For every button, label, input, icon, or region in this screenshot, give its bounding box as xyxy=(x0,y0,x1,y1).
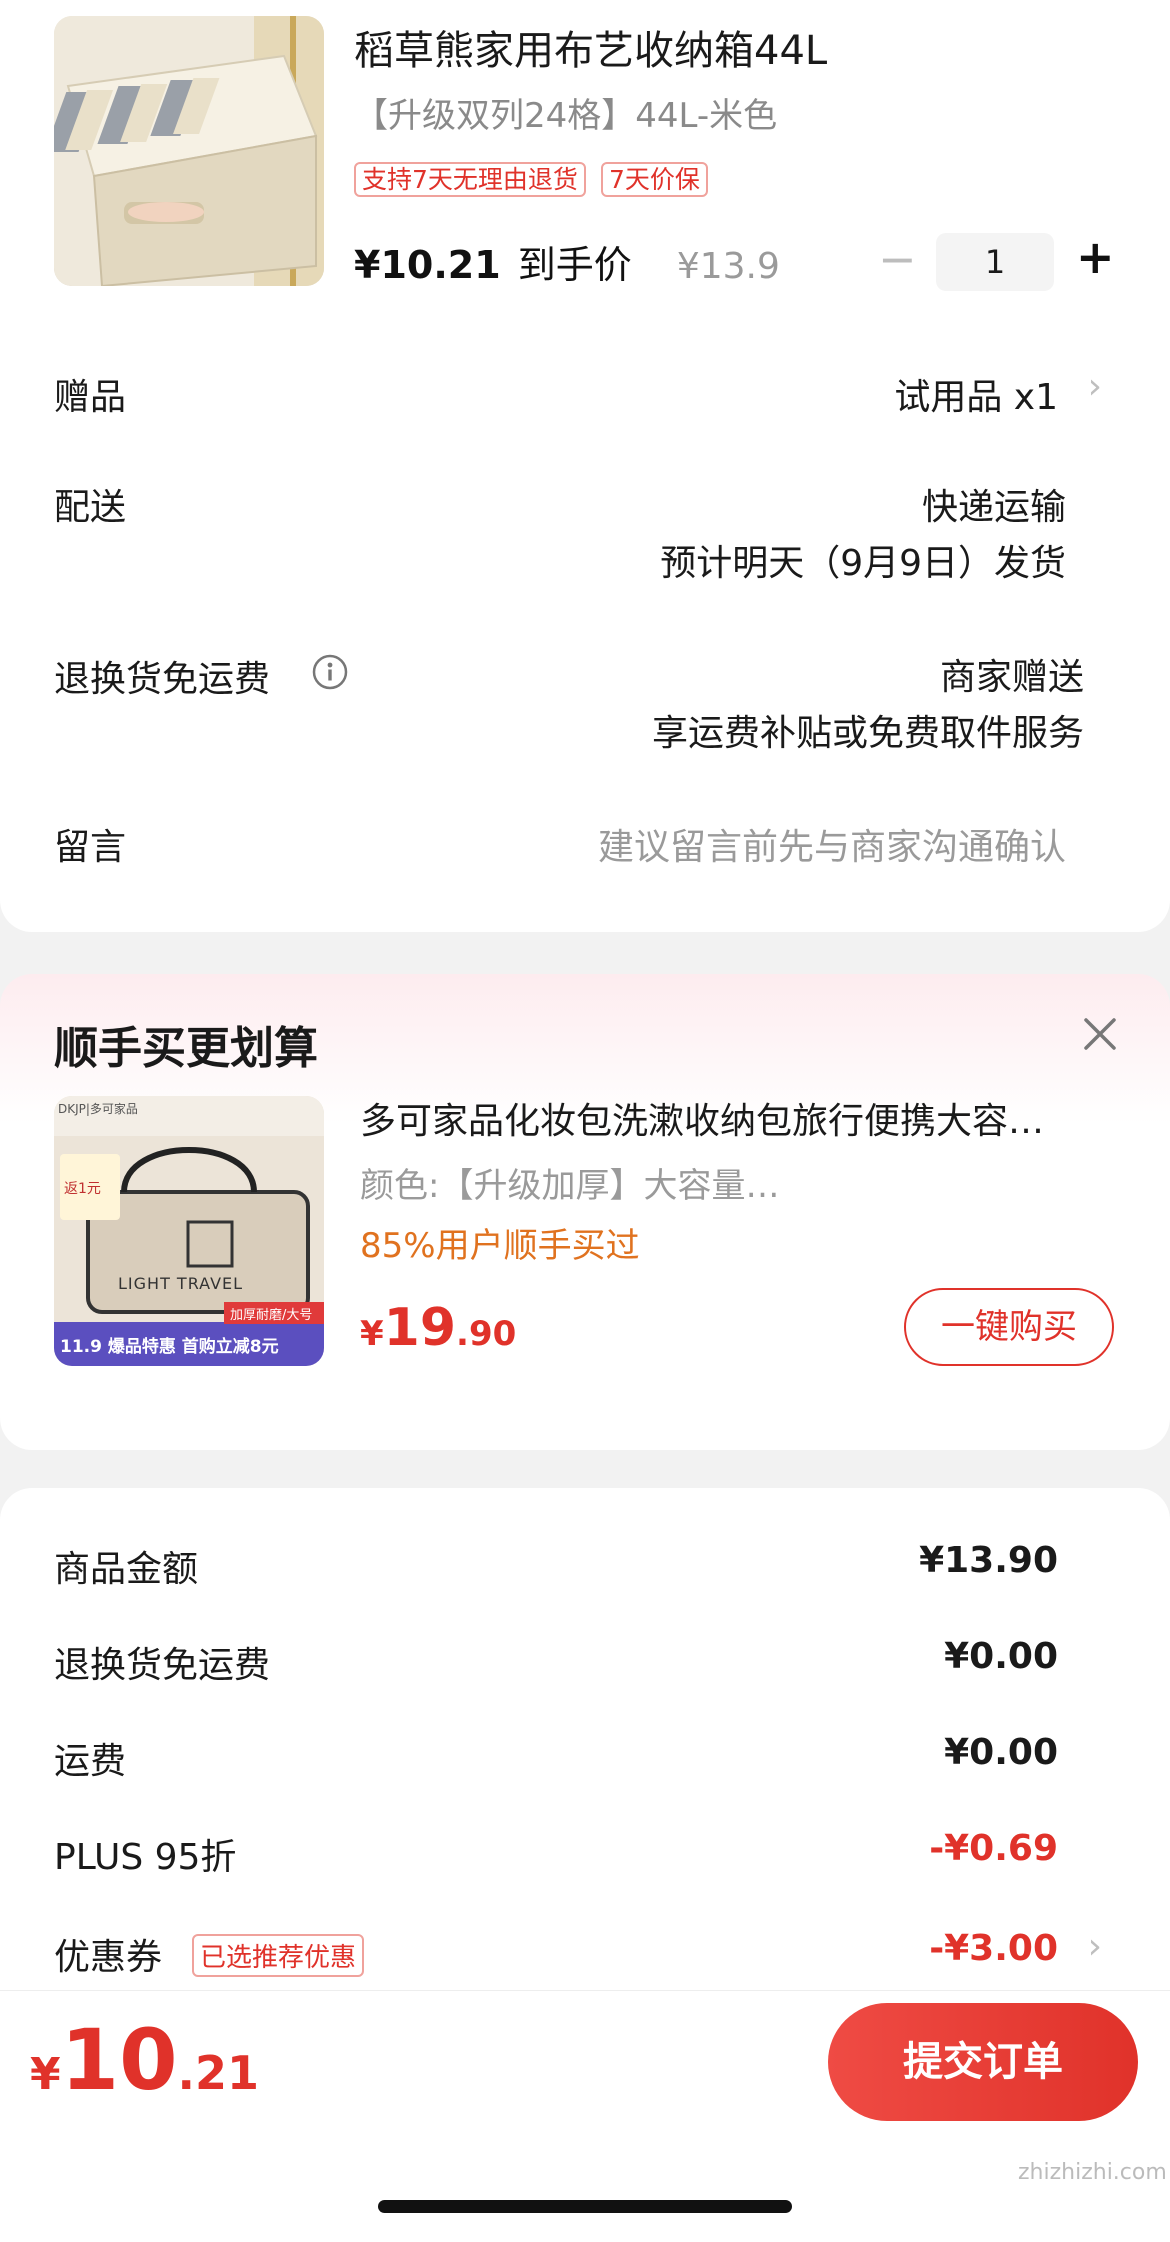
message-input[interactable]: 建议留言前先与商家沟通确认 xyxy=(598,818,1066,870)
delivery-estimate[interactable]: 预计明天（9月9日）发货 xyxy=(660,534,1066,586)
close-icon[interactable] xyxy=(1080,1014,1120,1054)
recommend-product-spec[interactable]: 颜色:【升级加厚】大容量… xyxy=(360,1158,779,1207)
price-protect-tag: 7天价保 xyxy=(601,162,708,197)
total-price: ¥10.21 xyxy=(30,2011,259,2109)
checkout-bar: ¥10.21 提交订单 xyxy=(0,1990,1170,2141)
quantity-field[interactable]: 1 xyxy=(936,233,1054,291)
summary-plus-value: -¥0.69 xyxy=(929,1828,1058,1869)
delivery-label: 配送 xyxy=(54,487,127,528)
return-policy-tag: 支持7天无理由退货 xyxy=(354,162,586,197)
thumb-ribbon-text: 加厚耐磨/大号 xyxy=(230,1308,313,1323)
thumb-brand-text: DKJP|多可家品 xyxy=(58,1102,138,1116)
summary-shipping-label: 运费 xyxy=(54,1741,127,1782)
total-int: 10 xyxy=(60,2011,178,2109)
coupon-chevron-right-icon[interactable]: › xyxy=(1088,1926,1102,1967)
summary-plus-label: PLUS 95折 xyxy=(54,1837,237,1878)
summary-return-value: ¥0.00 xyxy=(944,1636,1058,1677)
return-shipping-label: 退换货免运费 xyxy=(54,659,271,700)
recommend-price-symbol: ¥ xyxy=(360,1314,384,1354)
product-title[interactable]: 稻草熊家用布艺收纳箱44L xyxy=(354,18,827,76)
coupon-selected-tag[interactable]: 已选推荐优惠 xyxy=(192,1934,365,1977)
final-price: ¥10.21 xyxy=(354,243,501,287)
price-row: ¥10.21 到手价 ¥13.9 xyxy=(354,234,780,289)
service-tags: 支持7天无理由退货 7天价保 xyxy=(354,160,708,197)
return-shipping-desc: 享运费补贴或免费取件服务 xyxy=(651,713,1084,754)
product-image[interactable] xyxy=(54,16,324,286)
order-item-card: 稻草熊家用布艺收纳箱44L 【升级双列24格】44L-米色 支持7天无理由退货 … xyxy=(0,0,1170,932)
one-click-buy-button[interactable]: 一键购买 xyxy=(904,1288,1114,1366)
recommend-price-int: 19 xyxy=(383,1298,457,1358)
recommend-product-name[interactable]: 多可家品化妆包洗漱收纳包旅行便携大容… xyxy=(360,1092,1044,1144)
thumb-banner-text: 11.9 爆品特惠 首购立减8元 xyxy=(60,1337,279,1357)
submit-order-button[interactable]: 提交订单 xyxy=(828,2003,1138,2121)
total-dec: .21 xyxy=(177,2046,260,2100)
quantity-plus-button[interactable]: + xyxy=(1076,230,1115,284)
recommend-price-dec: .90 xyxy=(456,1314,517,1354)
message-label: 留言 xyxy=(54,827,127,868)
summary-return-label: 退换货免运费 xyxy=(54,1645,271,1686)
recommend-purchase-rate: 85%用户顺手买过 xyxy=(360,1226,640,1266)
total-symbol: ¥ xyxy=(30,2049,61,2100)
summary-coupon-value[interactable]: -¥3.00 xyxy=(929,1928,1058,1969)
summary-goods-value: ¥13.90 xyxy=(919,1540,1058,1581)
thumb-logo-text: LIGHT TRAVEL xyxy=(118,1274,244,1293)
product-spec[interactable]: 【升级双列24格】44L-米色 xyxy=(354,88,777,137)
delivery-method[interactable]: 快递运输 xyxy=(922,478,1066,530)
thumb-badge-text: 返1元 xyxy=(64,1181,101,1197)
recommendation-card: 顺手买更划算 DKJP|多可家品 返1元 LIGHT TRAVEL 加厚耐磨/大… xyxy=(0,974,1170,1450)
recommend-product-image[interactable]: DKJP|多可家品 返1元 LIGHT TRAVEL 加厚耐磨/大号 11.9 … xyxy=(54,1096,324,1366)
chevron-right-icon[interactable]: › xyxy=(1088,366,1102,407)
summary-goods-label: 商品金额 xyxy=(54,1549,199,1590)
original-price: ¥13.9 xyxy=(676,246,780,287)
gift-value[interactable]: 试用品 x1 xyxy=(894,368,1058,420)
info-icon[interactable] xyxy=(312,654,348,690)
home-indicator[interactable] xyxy=(378,2200,792,2213)
summary-coupon-label: 优惠券 xyxy=(54,1937,163,1978)
quantity-minus-button[interactable]: − xyxy=(878,232,917,286)
recommendation-title: 顺手买更划算 xyxy=(54,1023,318,1074)
storage-box-illustration xyxy=(54,16,324,286)
return-shipping-provider: 商家赠送 xyxy=(939,657,1084,698)
final-price-suffix: 到手价 xyxy=(517,243,632,287)
recommend-price: ¥19.90 xyxy=(360,1298,516,1358)
gift-label: 赠品 xyxy=(54,377,127,418)
watermark: zhizhizhi.com xyxy=(1018,2160,1167,2185)
cosmetic-bag-illustration xyxy=(54,1096,324,1366)
summary-shipping-value: ¥0.00 xyxy=(944,1732,1058,1773)
